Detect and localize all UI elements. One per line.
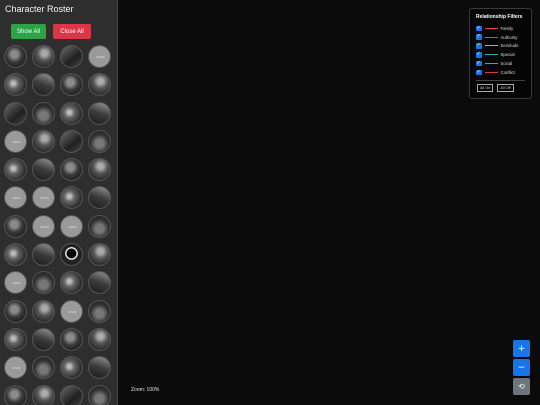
all-off-button[interactable]: All Off <box>497 83 514 92</box>
relationship-color-swatch <box>484 45 498 47</box>
all-on-button[interactable]: All On <box>477 83 494 92</box>
close-all-button[interactable]: Close All <box>53 24 91 39</box>
character-avatar[interactable] <box>32 299 55 323</box>
character-avatar[interactable] <box>32 45 55 68</box>
filter-label: Family <box>500 25 514 31</box>
reset-view-button[interactable]: ⟲ <box>513 378 530 395</box>
relationship-filters-panel: Relationship Filters ✓ Family ✓ Authority ✓ S… <box>469 8 532 99</box>
character-avatar-placeholder[interactable] <box>4 271 27 295</box>
relationship-color-swatch <box>484 36 498 38</box>
relationship-color-swatch <box>484 27 498 29</box>
filter-row[interactable]: ✓ Special <box>476 50 525 59</box>
character-avatar[interactable] <box>60 384 83 405</box>
show-all-button[interactable]: Show All <box>11 24 46 39</box>
character-avatar-placeholder[interactable] <box>4 186 27 210</box>
zoom-out-button[interactable]: − <box>513 359 530 376</box>
character-avatar[interactable] <box>88 299 111 323</box>
character-avatar[interactable] <box>4 299 27 323</box>
app-root: Character Roster Show All Close All Zoom… <box>0 0 540 405</box>
character-avatar[interactable] <box>4 158 27 182</box>
character-avatar[interactable] <box>60 45 83 68</box>
character-avatar[interactable] <box>88 243 111 267</box>
character-roster-sidebar: Character Roster Show All Close All <box>0 0 118 405</box>
character-avatar[interactable] <box>60 327 83 351</box>
character-avatar[interactable] <box>32 129 55 153</box>
filter-row[interactable]: ✓ Conflict <box>476 68 525 77</box>
filter-row[interactable]: ✓ Social <box>476 59 525 68</box>
character-avatar[interactable] <box>88 356 111 380</box>
character-avatar[interactable] <box>4 214 27 238</box>
character-avatar[interactable] <box>88 384 111 405</box>
filter-label: Authority <box>500 34 518 40</box>
character-avatar[interactable] <box>32 356 55 380</box>
character-avatar-placeholder[interactable] <box>32 214 55 238</box>
character-avatar[interactable] <box>4 327 27 351</box>
character-avatar[interactable] <box>32 243 55 267</box>
zoom-in-button[interactable]: + <box>513 340 530 357</box>
character-avatar[interactable] <box>60 271 83 295</box>
relationship-color-swatch <box>484 63 498 65</box>
filter-row[interactable]: ✓ Servitude <box>476 42 525 51</box>
character-avatar[interactable] <box>60 129 83 153</box>
filter-row[interactable]: ✓ Family <box>476 24 525 33</box>
character-avatar[interactable] <box>32 384 55 405</box>
filters-title: Relationship Filters <box>476 14 523 20</box>
filter-label: Conflict <box>500 69 515 75</box>
character-avatar-placeholder[interactable] <box>60 214 83 238</box>
character-avatar-placeholder[interactable] <box>88 45 111 68</box>
character-avatar[interactable] <box>32 327 55 351</box>
checkbox-icon[interactable]: ✓ <box>476 69 482 76</box>
filter-toggle-buttons: All On All Off <box>477 83 525 92</box>
character-avatar[interactable] <box>4 243 27 267</box>
character-avatar[interactable] <box>60 73 83 97</box>
character-avatar[interactable] <box>32 73 55 97</box>
zoom-level-label: Zoom: 100% <box>131 387 160 393</box>
filters-divider <box>476 79 525 81</box>
filter-label: Special <box>500 52 515 58</box>
character-avatar-placeholder[interactable] <box>60 299 83 323</box>
character-avatar[interactable] <box>88 73 111 97</box>
checkbox-icon[interactable]: ✓ <box>476 43 482 49</box>
character-avatar[interactable] <box>32 101 55 125</box>
character-avatar[interactable] <box>4 384 27 405</box>
relationship-color-swatch <box>484 54 498 56</box>
sidebar-title: Character Roster <box>5 4 74 14</box>
checkbox-icon[interactable]: ✓ <box>476 34 482 40</box>
character-avatar-placeholder[interactable] <box>4 356 27 380</box>
character-avatar[interactable] <box>60 101 83 125</box>
character-avatar-placeholder[interactable] <box>32 186 55 210</box>
character-avatar[interactable] <box>32 271 55 295</box>
character-avatar[interactable] <box>32 158 55 182</box>
filter-label: Social <box>500 61 513 67</box>
character-avatar[interactable] <box>88 129 111 153</box>
character-avatar[interactable] <box>60 186 83 210</box>
character-avatar[interactable] <box>88 271 111 295</box>
character-avatar[interactable] <box>4 73 27 97</box>
filter-row[interactable]: ✓ Authority <box>476 33 525 42</box>
character-avatar-placeholder[interactable] <box>4 129 27 153</box>
character-avatar[interactable] <box>88 101 111 125</box>
character-avatar[interactable] <box>60 158 83 182</box>
checkbox-icon[interactable]: ✓ <box>476 60 482 67</box>
checkbox-icon[interactable]: ✓ <box>476 52 482 58</box>
filter-label: Servitude <box>500 43 519 49</box>
character-avatar[interactable] <box>88 186 111 210</box>
character-avatar[interactable] <box>4 45 27 68</box>
character-avatar-grid <box>4 45 116 405</box>
filter-list: ✓ Family ✓ Authority ✓ Servitude ✓ Special ✓ Soci… <box>476 24 525 77</box>
character-avatar[interactable] <box>88 158 111 182</box>
checkbox-icon[interactable]: ✓ <box>476 25 482 32</box>
relationship-color-swatch <box>484 71 498 73</box>
character-avatar[interactable] <box>60 356 83 380</box>
character-avatar[interactable] <box>88 327 111 351</box>
character-avatar[interactable] <box>4 101 27 125</box>
character-avatar[interactable] <box>88 214 111 238</box>
character-avatar[interactable] <box>60 243 83 267</box>
